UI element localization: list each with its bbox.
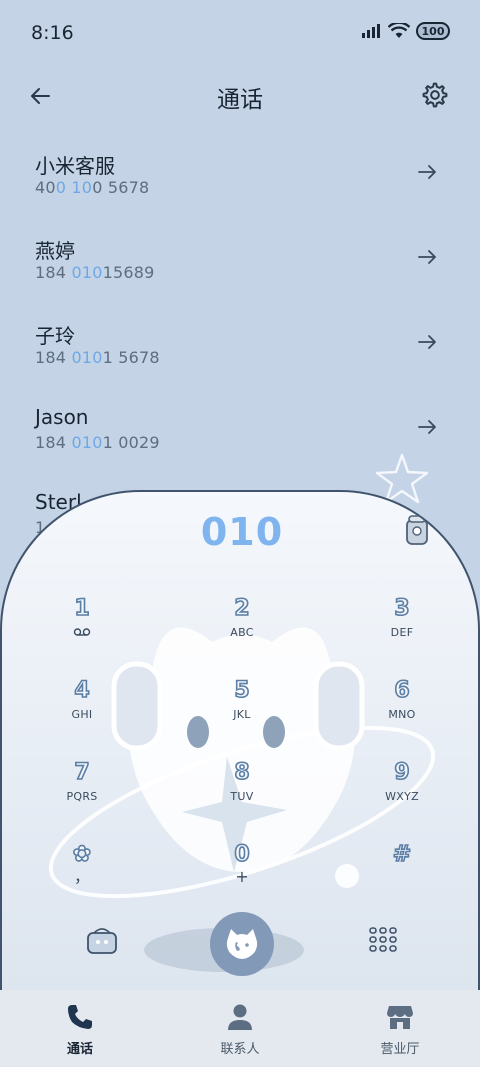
key-digit: 3 — [394, 595, 411, 622]
key-1[interactable]: 1 — [2, 592, 162, 674]
person-icon — [228, 1004, 252, 1030]
key-digit: 7 — [74, 759, 91, 786]
page-title: 通话 — [217, 87, 263, 113]
tab-label: 通话 — [66, 1042, 93, 1057]
key-digit: 2 — [234, 595, 251, 622]
settings-button[interactable] — [418, 78, 452, 112]
key-letters: MNO — [388, 708, 416, 721]
contact-number: 184 01015689 — [35, 263, 154, 282]
key-digit: 0 — [234, 841, 251, 868]
key-2[interactable]: 2 ABC — [162, 592, 322, 674]
key-6[interactable]: 6 MNO — [322, 674, 478, 756]
contact-row[interactable]: 燕婷 184 01015689 — [0, 215, 480, 300]
number-match: 010 — [71, 433, 103, 452]
contact-name: Jason — [35, 405, 89, 429]
key-digit: 6 — [394, 677, 411, 704]
signal-icon — [362, 24, 380, 38]
tab-store[interactable]: 营业厅 — [320, 990, 480, 1067]
contact-number: 184 0101 5678 — [35, 348, 160, 367]
number-prefix: 184 — [35, 433, 72, 452]
key-letters: WXYZ — [385, 790, 419, 803]
key-letters: PQRS — [66, 790, 98, 803]
tab-contacts[interactable]: 联系人 — [160, 990, 320, 1067]
number-prefix: 184 — [35, 263, 72, 282]
number-match: 010 — [71, 348, 103, 367]
key-3[interactable]: 3 DEF — [322, 592, 478, 674]
contact-name: 燕婷 — [35, 239, 75, 263]
key-digit: ✿ — [72, 841, 92, 868]
dialer-panel: 010 1 2 ABC 3 DEF 4 GHI 5 JKL 6 MNO 7 PQ… — [0, 490, 480, 990]
arrow-right-icon[interactable] — [416, 332, 440, 352]
bottom-tab-bar: 通话 联系人 营业厅 — [0, 990, 480, 1067]
tab-label: 营业厅 — [380, 1042, 420, 1057]
key-letters: + — [235, 867, 249, 886]
key-8[interactable]: 8 TUV — [162, 756, 322, 838]
gear-icon — [422, 82, 448, 108]
number-suffix: 15689 — [102, 263, 155, 282]
number-prefix: 184 — [35, 348, 72, 367]
voicemail-icon — [73, 628, 91, 636]
contact-row[interactable]: 小米客服 400 100 5678 — [0, 130, 480, 215]
arrow-right-icon[interactable] — [416, 162, 440, 182]
cat-basket-icon[interactable] — [86, 925, 118, 955]
key-0[interactable]: 0 + — [162, 838, 322, 920]
key-star[interactable]: ✿ ， — [2, 838, 162, 920]
key-letters: ABC — [230, 626, 254, 639]
key-letters: JKL — [233, 708, 251, 721]
tab-calls[interactable]: 通话 — [0, 990, 160, 1067]
key-letters: ， — [73, 867, 90, 886]
arrow-right-icon[interactable] — [416, 247, 440, 267]
back-button[interactable] — [24, 80, 56, 112]
contact-name: 子玲 — [35, 324, 75, 348]
key-digit: # — [392, 841, 412, 868]
dialer-bottom-bar — [2, 910, 478, 980]
battery-indicator: 100 — [416, 22, 450, 40]
tab-label: 联系人 — [220, 1042, 260, 1057]
wifi-icon — [388, 23, 410, 38]
number-match: 0 10 — [55, 178, 93, 197]
key-digit: 4 — [74, 677, 91, 704]
key-hash[interactable]: # — [322, 838, 478, 920]
key-digit: 8 — [234, 759, 251, 786]
key-7[interactable]: 7 PQRS — [2, 756, 162, 838]
phone-icon — [68, 1005, 92, 1029]
arrow-right-icon[interactable] — [416, 417, 440, 437]
key-4[interactable]: 4 GHI — [2, 674, 162, 756]
contact-number: 184 0101 0029 — [35, 433, 160, 452]
trash-can-icon[interactable] — [404, 514, 430, 546]
status-icons: 100 — [362, 22, 450, 40]
key-5[interactable]: 5 JKL — [162, 674, 322, 756]
keypad: 1 2 ABC 3 DEF 4 GHI 5 JKL 6 MNO 7 PQRS 8… — [2, 592, 478, 920]
key-9[interactable]: 9 WXYZ — [322, 756, 478, 838]
number-suffix: 0 5678 — [92, 178, 150, 197]
key-digit: 1 — [74, 595, 91, 622]
status-time: 8:16 — [31, 22, 74, 44]
number-match: 010 — [71, 263, 103, 282]
keypad-grid-icon[interactable] — [368, 926, 398, 954]
contact-row[interactable]: 子玲 184 0101 5678 — [0, 300, 480, 385]
call-button[interactable] — [210, 912, 274, 976]
number-suffix: 1 5678 — [102, 348, 160, 367]
contact-name: 小米客服 — [35, 154, 115, 178]
header: 通话 — [0, 66, 480, 126]
key-letters: GHI — [71, 708, 93, 721]
key-letters: DEF — [390, 626, 414, 639]
key-digit: 9 — [394, 759, 411, 786]
key-letters: TUV — [230, 790, 254, 803]
store-icon — [387, 1006, 413, 1029]
contact-number: 400 100 5678 — [35, 178, 149, 197]
number-suffix: 1 0029 — [102, 433, 160, 452]
status-bar: 8:16 100 — [0, 0, 480, 66]
back-arrow-icon — [31, 88, 50, 104]
key-digit: 5 — [234, 677, 251, 704]
number-prefix: 40 — [35, 178, 56, 197]
cat-phone-icon — [226, 929, 258, 959]
